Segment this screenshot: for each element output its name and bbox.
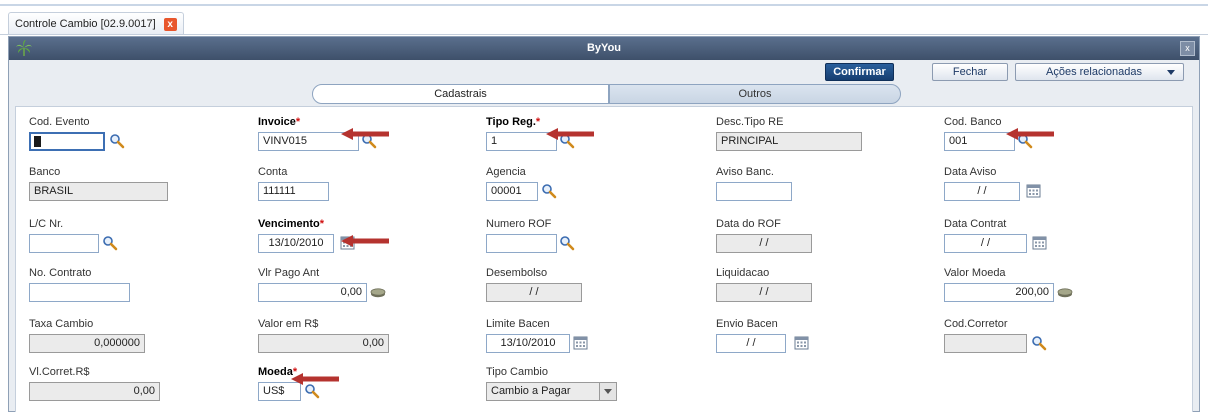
valor-moeda-label: Valor Moeda	[944, 267, 1006, 279]
envio-bacen-input[interactable]: / /	[716, 334, 786, 353]
vencimento-label: Vencimento*	[258, 218, 324, 230]
confirm-button[interactable]: Confirmar	[825, 63, 894, 81]
cod-corretor-input[interactable]	[944, 334, 1027, 353]
money-icon[interactable]	[1057, 284, 1073, 300]
search-icon[interactable]	[109, 133, 125, 149]
cod-banco-input[interactable]: 001	[944, 132, 1015, 151]
vl-corret-input[interactable]: 0,00	[29, 382, 160, 401]
annotation-arrow	[546, 128, 594, 140]
chevron-down-icon[interactable]	[599, 383, 616, 400]
data-rof-input[interactable]: / /	[716, 234, 812, 253]
vlr-pago-ant-label: Vlr Pago Ant	[258, 267, 320, 279]
search-icon[interactable]	[1031, 335, 1047, 351]
vencimento-input[interactable]: 13/10/2010	[258, 234, 334, 253]
search-icon[interactable]	[102, 235, 118, 251]
lc-nr-label: L/C Nr.	[29, 218, 64, 230]
form-panel: Cod. Evento Invoice* VINV015 Tipo Reg.* …	[15, 106, 1193, 412]
vlr-pago-ant-input[interactable]: 0,00	[258, 283, 367, 302]
money-icon[interactable]	[370, 284, 386, 300]
invoice-label: Invoice*	[258, 116, 300, 128]
agencia-label: Agencia	[486, 166, 526, 178]
tipo-reg-label-text: Tipo Reg.	[486, 116, 536, 128]
numero-rof-input[interactable]	[486, 234, 557, 253]
desc-tipo-re-label: Desc.Tipo RE	[716, 116, 784, 128]
annotation-arrow	[1006, 128, 1054, 140]
vencimento-label-text: Vencimento	[258, 218, 320, 230]
document-tab[interactable]: Controle Cambio [02.9.0017] x	[8, 12, 184, 35]
data-aviso-input[interactable]: / /	[944, 182, 1020, 201]
dialog-window: ByYou x Confirmar Fechar Ações relaciona…	[8, 36, 1200, 412]
agencia-input[interactable]: 00001	[486, 182, 538, 201]
calendar-icon[interactable]	[1032, 235, 1048, 251]
cod-evento-label: Cod. Evento	[29, 116, 90, 128]
document-tab-label: Controle Cambio [02.9.0017]	[15, 18, 156, 30]
search-icon[interactable]	[304, 383, 320, 399]
dialog-title: ByYou	[586, 42, 622, 54]
annotation-arrow	[291, 373, 339, 385]
tipo-cambio-select[interactable]: Cambio a Pagar	[486, 382, 617, 401]
valor-rs-label: Valor em R$	[258, 318, 319, 330]
desembolso-label: Desembolso	[486, 267, 548, 279]
calendar-icon[interactable]	[573, 335, 589, 351]
tipo-reg-label: Tipo Reg.*	[486, 116, 540, 128]
numero-rof-label: Numero ROF	[486, 218, 552, 230]
window-close-icon[interactable]: x	[1180, 41, 1195, 56]
dialog-titlebar: ByYou x	[9, 37, 1199, 60]
limite-bacen-input[interactable]: 13/10/2010	[486, 334, 570, 353]
tab-cadastrais[interactable]: Cadastrais	[312, 84, 609, 104]
calendar-icon[interactable]	[1026, 183, 1042, 199]
banco-label: Banco	[29, 166, 61, 178]
conta-input[interactable]: 111111	[258, 182, 329, 201]
annotation-arrow	[341, 235, 389, 247]
envio-bacen-label: Envio Bacen	[716, 318, 778, 330]
search-icon[interactable]	[541, 183, 557, 199]
taxa-cambio-input[interactable]: 0,000000	[29, 334, 145, 353]
no-contrato-label: No. Contrato	[29, 267, 92, 279]
valor-moeda-input[interactable]: 200,00	[944, 283, 1054, 302]
tipo-cambio-label: Tipo Cambio	[486, 366, 548, 378]
top-border	[0, 4, 1208, 6]
close-button[interactable]: Fechar	[932, 63, 1008, 81]
related-actions-label: Ações relacionadas	[1046, 66, 1143, 78]
close-icon[interactable]: x	[163, 17, 177, 31]
data-rof-label: Data do ROF	[716, 218, 781, 230]
chevron-down-icon	[1167, 70, 1175, 75]
moeda-label-text: Moeda	[258, 366, 293, 378]
conta-label: Conta	[258, 166, 288, 178]
tab-strip-divider	[0, 34, 1208, 35]
tab-outros[interactable]: Outros	[609, 84, 901, 104]
limite-bacen-label: Limite Bacen	[486, 318, 550, 330]
action-toolbar: Confirmar Fechar Ações relacionadas	[9, 60, 1199, 84]
vl-corret-label: Vl.Corret.R$	[29, 366, 90, 378]
invoice-label-text: Invoice	[258, 116, 296, 128]
data-contrat-label: Data Contrat	[944, 218, 1007, 230]
taxa-cambio-label: Taxa Cambio	[29, 318, 94, 330]
text-cursor	[34, 136, 41, 147]
banco-input[interactable]: BRASIL	[29, 182, 168, 201]
no-contrato-input[interactable]	[29, 283, 130, 302]
calendar-icon[interactable]	[794, 335, 810, 351]
data-aviso-label: Data Aviso	[944, 166, 997, 178]
tipo-cambio-value: Cambio a Pagar	[491, 385, 571, 397]
liquidacao-label: Liquidacao	[716, 267, 770, 279]
lc-nr-input[interactable]	[29, 234, 99, 253]
cod-corretor-label: Cod.Corretor	[944, 318, 1008, 330]
folder-tabs: Cadastrais Outros	[9, 84, 1199, 106]
search-icon[interactable]	[559, 235, 575, 251]
aviso-banc-input[interactable]	[716, 182, 792, 201]
related-actions-dropdown[interactable]: Ações relacionadas	[1015, 63, 1184, 81]
cod-evento-input[interactable]	[29, 132, 105, 151]
data-contrat-input[interactable]: / /	[944, 234, 1027, 253]
desc-tipo-re-input[interactable]: PRINCIPAL	[716, 132, 862, 151]
annotation-arrow	[341, 128, 389, 140]
cod-banco-label: Cod. Banco	[944, 116, 1002, 128]
required-mark: *	[319, 218, 325, 230]
desembolso-input[interactable]: / /	[486, 283, 582, 302]
aviso-banc-label: Aviso Banc.	[716, 166, 774, 178]
valor-rs-input[interactable]: 0,00	[258, 334, 389, 353]
required-mark: *	[295, 116, 301, 128]
required-mark: *	[535, 116, 541, 128]
liquidacao-input[interactable]: / /	[716, 283, 812, 302]
